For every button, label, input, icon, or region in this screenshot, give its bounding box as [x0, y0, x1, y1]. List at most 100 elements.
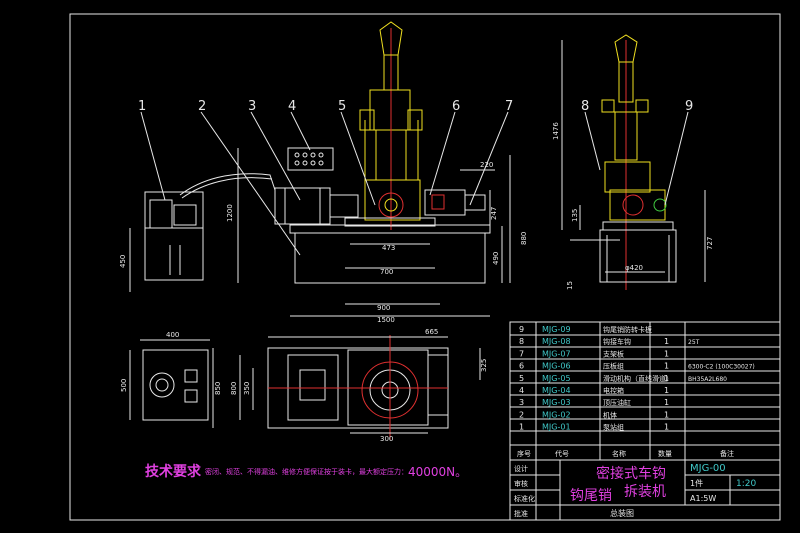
bom-row-qty: 1 — [664, 398, 669, 407]
side-coupler-head — [604, 161, 651, 193]
bom-row-note: 25T — [688, 339, 700, 346]
label-designer: 设计 — [514, 464, 528, 473]
bom-header-no: 序号 — [517, 449, 531, 458]
callout-6: 6 — [452, 99, 460, 114]
bom-row-code: MJG-06 — [542, 362, 571, 371]
bom-row-code: MJG-05 — [542, 374, 571, 383]
bom-row-no: 2 — [519, 410, 524, 419]
bom-row-code: MJG-08 — [542, 337, 571, 346]
dim-135: 135 — [571, 209, 579, 222]
callout-8: 8 — [581, 99, 589, 114]
bom-header-code: 代号 — [555, 449, 569, 458]
label-standard: 标准化 — [514, 494, 535, 503]
weight: A1:5W — [690, 494, 716, 503]
callout-5: 5 — [338, 99, 346, 114]
cad-drawing-canvas: 1 2 3 4 5 6 7 8 9 1200 473 700 220 247 8… — [69, 13, 781, 521]
callout-1: 1 — [138, 99, 146, 114]
bom-header-note: 备注 — [720, 449, 734, 458]
bom-row-no: 9 — [519, 325, 524, 334]
dim-800: 800 — [230, 382, 238, 395]
bom-row-name: 钩接车钩 — [603, 337, 631, 346]
bom-row-name: 顶压油缸 — [603, 398, 631, 407]
dim-247: 247 — [490, 207, 498, 220]
callout-3: 3 — [248, 99, 256, 114]
bom-row-name: 电控箱 — [603, 386, 624, 395]
control-box — [287, 147, 334, 171]
bom-row-note: BH35A2L680 — [688, 376, 727, 383]
label-approve: 批准 — [514, 509, 528, 518]
tech-req-body: 密闭、规范、不得漏油、维修方便保证按于装卡，最大额定压力： — [205, 467, 408, 476]
dim-473: 473 — [382, 244, 395, 252]
drawing-title-3: 拆装机 — [624, 484, 666, 500]
bom-row-qty: 1 — [664, 362, 669, 371]
dim-665: 665 — [425, 328, 438, 336]
dim-500: 500 — [120, 379, 128, 392]
dim-300: 300 — [380, 435, 393, 443]
tech-req-value: 40000N。 — [408, 465, 467, 479]
scale: 1:20 — [736, 479, 756, 489]
bom-header-qty: 数量 — [658, 449, 672, 458]
bom-row-qty: 1 — [664, 386, 669, 395]
bom-row-name: 压板组 — [603, 362, 624, 371]
dim-880: 880 — [520, 232, 528, 245]
callout-9: 9 — [685, 99, 693, 114]
technical-requirements: 技术要求 密闭、规范、不得漏油、维修方便保证按于装卡，最大额定压力： 40000… — [145, 463, 467, 480]
callout-4: 4 — [288, 99, 296, 114]
dim-350: 350 — [243, 382, 251, 395]
bom-row-no: 5 — [519, 374, 524, 383]
dim-727: 727 — [706, 237, 714, 250]
bom-row-no: 3 — [519, 398, 524, 407]
bom-row-code: MJG-07 — [542, 349, 571, 358]
bom-row-name: 钩尾销防转卡板 — [603, 325, 652, 334]
bom-row-code: MJG-09 — [542, 325, 571, 334]
press-cylinder — [274, 187, 331, 225]
bom-row-no: 7 — [519, 349, 524, 358]
title-block: 设计 审核 标准化 批准 密接式车钩 钩尾销 拆装机 MJG-00 1件 1:2… — [510, 460, 780, 520]
bom-row-name: 机体 — [603, 410, 617, 419]
tech-req-title: 技术要求 — [145, 463, 202, 480]
bom-row-qty: 1 — [664, 410, 669, 419]
pump-plan — [142, 349, 209, 421]
bom-row-code: MJG-04 — [542, 386, 571, 395]
bom-row-code: MJG-01 — [542, 423, 571, 432]
plan-view — [129, 335, 481, 440]
dim-850: 850 — [214, 382, 222, 395]
bom-row-qty: 1 — [664, 423, 669, 432]
bom-row-name: 支架板 — [603, 349, 624, 358]
bom-row-no: 1 — [519, 423, 524, 432]
bom-row-name: 滑动机构（直线滑道） — [603, 374, 673, 383]
callout-2: 2 — [198, 99, 206, 114]
dim-400: 400 — [166, 331, 179, 339]
callout-7: 7 — [505, 99, 513, 114]
bom-row-code: MJG-02 — [542, 410, 571, 419]
bom-row-no: 6 — [519, 362, 524, 371]
bom-row-note: 6300-C2 (100C30027) — [688, 364, 755, 371]
press-plate — [424, 189, 466, 216]
bom-row-code: MJG-03 — [542, 398, 571, 407]
bom-row-qty: 1 — [664, 374, 669, 383]
label-checker: 审核 — [514, 479, 528, 488]
dim-900: 900 — [377, 304, 390, 312]
front-view — [129, 21, 511, 317]
drawing-number: MJG-00 — [690, 463, 726, 474]
side-view — [561, 34, 706, 290]
bom-header-name: 名称 — [612, 449, 626, 458]
dim-700: 700 — [380, 268, 393, 276]
coupler-assembly — [359, 21, 423, 230]
dim-1476: 1476 — [552, 122, 560, 140]
dim-220: 220 — [480, 161, 493, 169]
dim-1500: 1500 — [377, 316, 395, 324]
drawing-title-2: 钩尾销 — [570, 488, 612, 504]
dim-15: 15 — [566, 281, 574, 290]
dim-325: 325 — [480, 359, 488, 372]
sheet-name: 总装图 — [610, 508, 634, 518]
bom-row-qty: 1 — [664, 349, 669, 358]
bom-row-name: 泵站组 — [603, 423, 624, 432]
bom-row-no: 8 — [519, 337, 524, 346]
drawing-frame — [69, 13, 781, 521]
dim-490: 490 — [492, 252, 500, 265]
drawing-title-1: 密接式车钩 — [596, 465, 666, 482]
dim-450: 450 — [119, 255, 127, 268]
bom-row-no: 4 — [519, 386, 524, 395]
dim-1200: 1200 — [226, 204, 234, 222]
